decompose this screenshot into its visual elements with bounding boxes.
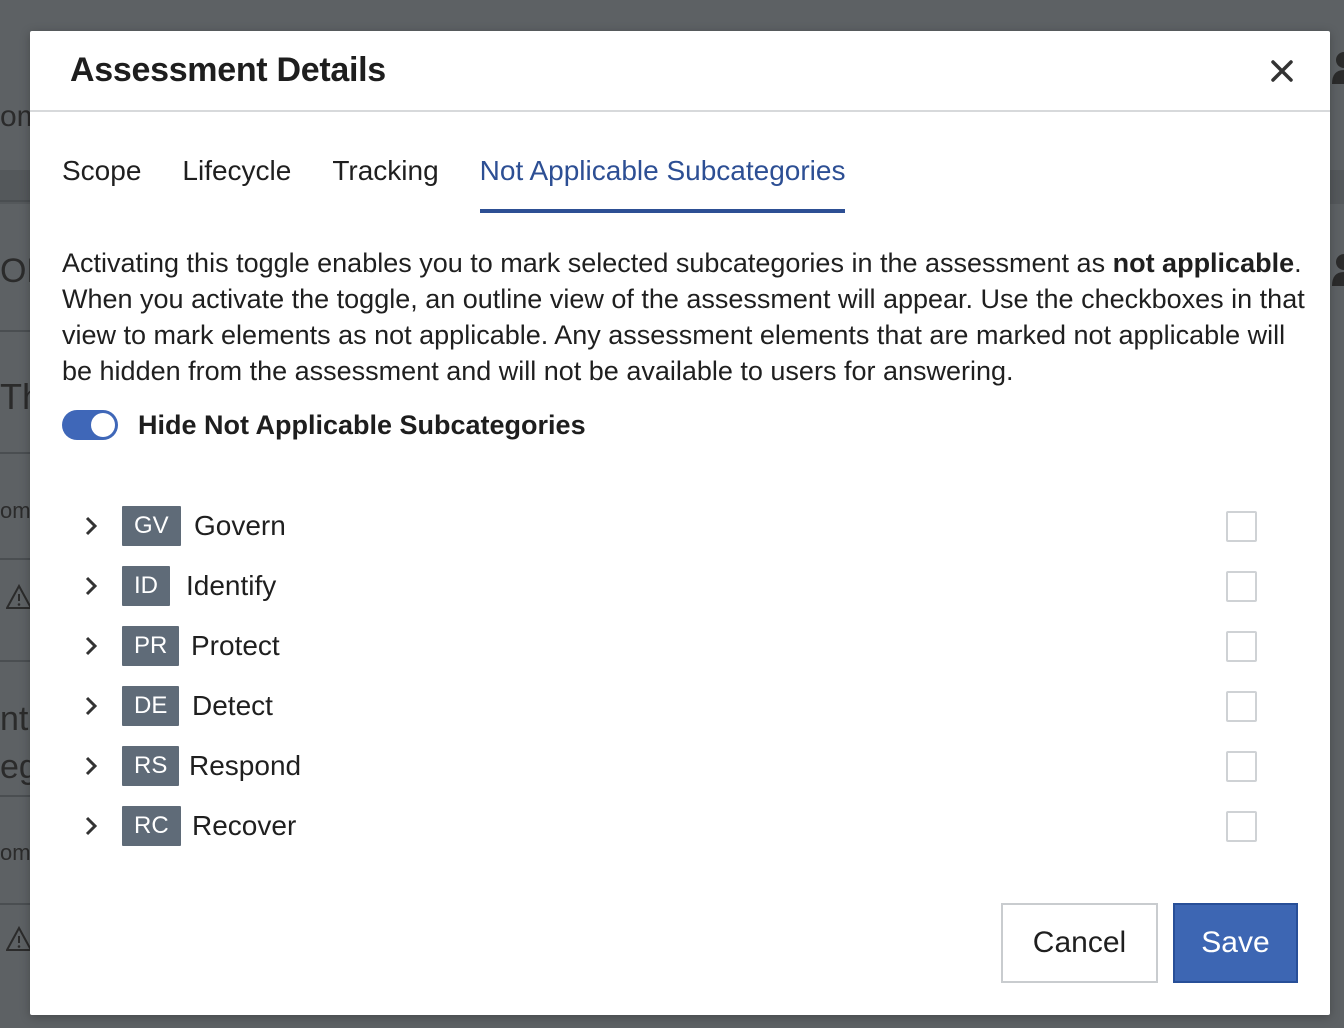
save-button[interactable]: Save <box>1173 903 1298 983</box>
description-bold: not applicable <box>1112 248 1295 278</box>
background-strip <box>1330 170 1344 204</box>
category-code-badge: PR <box>122 626 180 666</box>
tree-row-identify: ID Identify <box>30 556 1330 616</box>
description-part1: Activating this toggle enables you to ma… <box>62 248 1113 278</box>
not-applicable-checkbox-detect[interactable] <box>1226 690 1257 722</box>
category-code-badge: DE <box>122 686 180 726</box>
category-code-badge: GV <box>122 506 181 546</box>
expand-chevron[interactable] <box>78 686 104 726</box>
category-code-badge: RC <box>122 806 181 846</box>
category-code-badge: RS <box>122 746 180 786</box>
tree-row-protect: PR Protect <box>30 616 1330 676</box>
expand-chevron[interactable] <box>78 746 104 786</box>
not-applicable-checkbox-identify[interactable] <box>1226 570 1257 602</box>
category-label: Detect <box>192 690 273 721</box>
background-text: nt <box>0 700 29 738</box>
background-text: om <box>0 840 31 865</box>
chevron-right-icon <box>85 516 98 536</box>
background-divider <box>0 200 30 202</box>
close-button[interactable] <box>1264 53 1300 89</box>
toggle-label: Hide Not Applicable Subcategories <box>138 409 586 440</box>
warning-icon <box>6 926 32 951</box>
background-text: om <box>0 498 31 523</box>
tab-not-applicable-subcategories[interactable]: Not Applicable Subcategories <box>479 155 845 213</box>
background-divider <box>0 903 30 905</box>
tree-row-recover: RC Recover <box>30 796 1330 856</box>
modal-header: Assessment Details <box>30 31 1330 112</box>
not-applicable-checkbox-govern[interactable] <box>1226 510 1257 542</box>
chevron-right-icon <box>85 696 98 716</box>
background-strip <box>0 170 30 204</box>
expand-chevron[interactable] <box>78 566 104 606</box>
expand-chevron[interactable] <box>78 506 104 546</box>
assessment-details-modal: Assessment Details Scope Lifecycle Track… <box>30 31 1330 1015</box>
background-divider <box>0 330 30 332</box>
close-icon <box>1271 59 1293 82</box>
tree-row-respond: RS Respond <box>30 736 1330 796</box>
category-label: Identify <box>186 570 277 601</box>
category-label: Respond <box>189 750 302 781</box>
user-icon <box>1332 52 1344 84</box>
background-divider <box>0 795 30 797</box>
chevron-right-icon <box>85 816 98 836</box>
expand-chevron[interactable] <box>78 626 104 666</box>
not-applicable-checkbox-respond[interactable] <box>1226 750 1257 782</box>
chevron-right-icon <box>85 636 98 656</box>
category-label: Govern <box>194 510 286 541</box>
cancel-button[interactable]: Cancel <box>1001 903 1158 983</box>
hide-not-applicable-toggle-row: Hide Not Applicable Subcategories <box>62 404 1330 446</box>
chevron-right-icon <box>85 576 98 596</box>
modal-title: Assessment Details <box>70 51 386 89</box>
background-divider <box>0 660 30 662</box>
tree-row-govern: GV Govern <box>30 496 1330 556</box>
tab-bar: Scope Lifecycle Tracking Not Applicable … <box>30 155 1330 213</box>
tab-lifecycle[interactable]: Lifecycle <box>182 155 291 207</box>
background-divider <box>0 452 30 454</box>
expand-chevron[interactable] <box>78 806 104 846</box>
category-label: Recover <box>192 810 297 841</box>
tree-row-detect: DE Detect <box>30 676 1330 736</box>
user-icon <box>1332 254 1344 286</box>
background-divider <box>0 558 30 560</box>
chevron-right-icon <box>85 756 98 776</box>
category-code-badge: ID <box>122 566 170 606</box>
not-applicable-checkbox-recover[interactable] <box>1226 810 1257 842</box>
description-text: Activating this toggle enables you to ma… <box>62 245 1312 389</box>
tab-tracking[interactable]: Tracking <box>332 155 438 207</box>
toggle-knob <box>91 413 115 437</box>
warning-icon <box>6 584 32 609</box>
hide-not-applicable-toggle[interactable] <box>62 410 118 440</box>
tab-scope[interactable]: Scope <box>62 155 141 207</box>
not-applicable-checkbox-protect[interactable] <box>1226 630 1257 662</box>
category-label: Protect <box>191 630 280 661</box>
